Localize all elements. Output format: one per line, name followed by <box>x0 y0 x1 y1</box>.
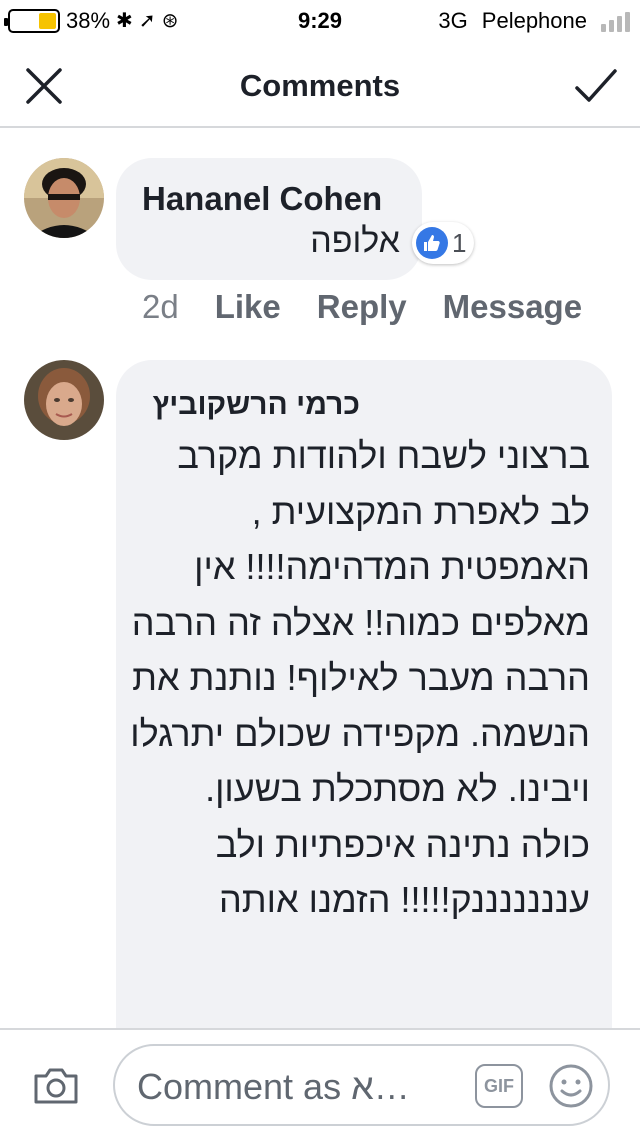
thumbs-up-icon <box>416 227 448 259</box>
message-button[interactable]: Message <box>443 288 582 326</box>
status-bar: 38% ✱ ➚ ⊛ 9:29 3G Pelephone <box>0 0 640 40</box>
emoji-icon[interactable] <box>547 1062 595 1110</box>
status-right: 3G Pelephone <box>438 8 630 34</box>
reply-button[interactable]: Reply <box>317 288 407 326</box>
like-button[interactable]: Like <box>215 288 281 326</box>
network-type: 3G <box>438 8 468 33</box>
camera-icon[interactable] <box>32 1066 80 1106</box>
nav-bar: Comments <box>0 44 640 128</box>
avatar[interactable] <box>24 158 104 238</box>
comment-author[interactable]: Hananel Cohen <box>142 180 382 218</box>
comment-text: ברצוני לשבח ולהודות מקרב לב לאפרת המקצוע… <box>130 435 590 920</box>
comment-composer: Comment as א… GIF <box>0 1028 640 1136</box>
page-title: Comments <box>239 68 401 103</box>
reaction-summary[interactable]: 1 <box>412 222 475 264</box>
signal-icon <box>601 10 630 32</box>
avatar[interactable] <box>24 360 104 440</box>
comment-actions: 2d Like Reply Message <box>142 288 582 326</box>
comment-timestamp: 2d <box>142 288 179 325</box>
comment-placeholder: Comment as א… <box>137 1066 410 1107</box>
reaction-count: 1 <box>452 227 467 258</box>
carrier-name: Pelephone <box>481 8 587 33</box>
comment-bubble <box>116 158 422 280</box>
comment-text: אלופה <box>310 222 400 260</box>
gif-button[interactable]: GIF <box>475 1064 523 1108</box>
comment-author[interactable]: כרמי הרשקוביץ <box>140 388 360 422</box>
comment-input[interactable]: Comment as א… GIF <box>113 1044 610 1126</box>
check-icon[interactable] <box>574 66 618 106</box>
